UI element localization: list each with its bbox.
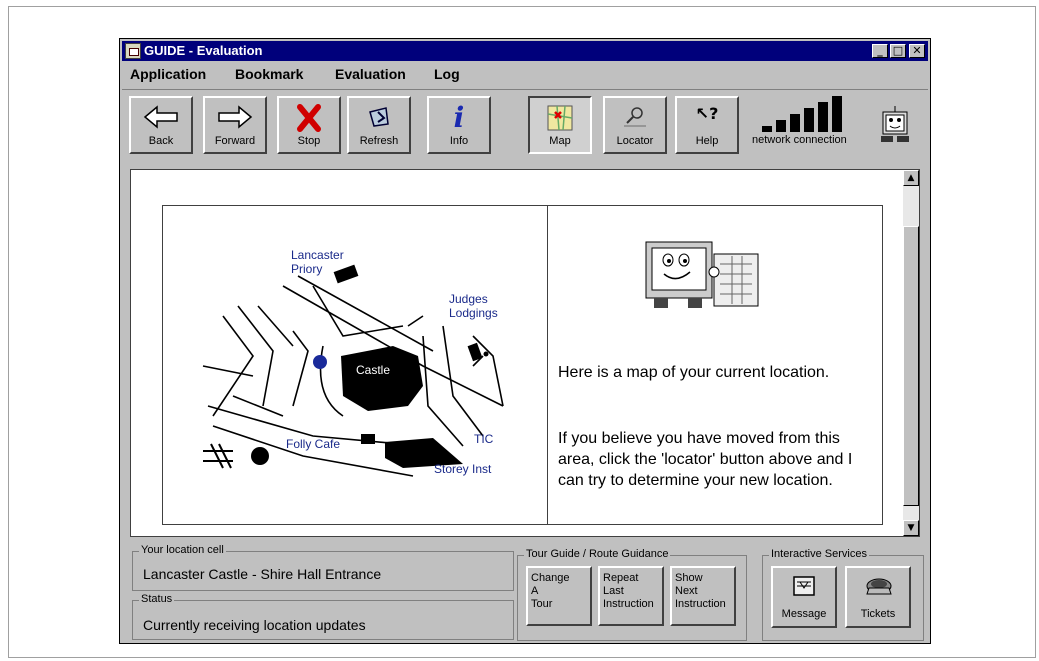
menu-evaluation[interactable]: Evaluation	[335, 66, 406, 82]
repeat-last-instruction-button[interactable]: Repeat Last Instruction	[598, 566, 664, 626]
interactive-services-group: Interactive Services Message Tickets	[762, 548, 924, 641]
network-label: network connection	[752, 134, 847, 146]
menu-bookmark[interactable]: Bookmark	[235, 66, 303, 82]
info-paragraph-2: If you believe you have moved from this …	[558, 430, 853, 489]
change-tour-label-line: A	[531, 585, 539, 597]
back-button[interactable]: Back	[129, 96, 193, 154]
magnifier-icon	[605, 104, 665, 132]
message-button[interactable]: Message	[771, 566, 837, 628]
network-indicator: network connection	[752, 96, 872, 154]
campus-map[interactable]	[163, 206, 547, 524]
info-panel: Here is a map of your current location. …	[547, 205, 883, 525]
location-group-title: Your location cell	[139, 544, 226, 556]
guide-window: GUIDE - Evaluation _ □ ✕ Application Boo…	[119, 38, 931, 644]
guide-mascot-icon	[877, 104, 913, 146]
show-next-instruction-button[interactable]: Show Next Instruction	[670, 566, 736, 626]
map-icon	[530, 104, 590, 132]
help-label: Help	[695, 135, 719, 147]
message-envelope-icon	[791, 574, 817, 603]
help-pointer-icon: ↖?	[695, 104, 719, 123]
location-group: Your location cell Lancaster Castle - Sh…	[132, 544, 514, 591]
map-panel: Lancaster Priory Judges Lodgings Castle …	[162, 205, 548, 525]
tickets-button[interactable]: Tickets	[845, 566, 911, 628]
signal-bar	[832, 96, 842, 132]
map-label-castle: Castle	[356, 363, 391, 377]
minimize-button[interactable]: _	[872, 44, 888, 58]
repeat-label-line: Last	[603, 585, 624, 597]
info-i-icon: i	[453, 101, 465, 134]
show-next-label-line: Next	[675, 585, 698, 597]
show-next-label-line: Instruction	[675, 598, 726, 610]
forward-arrow-icon	[205, 104, 265, 132]
tour-guide-group: Tour Guide / Route Guidance Change A Tou…	[517, 548, 747, 641]
stop-button[interactable]: Stop	[277, 96, 341, 154]
stop-x-icon	[279, 104, 339, 132]
refresh-button[interactable]: Refresh	[347, 96, 411, 154]
refresh-icon	[349, 104, 409, 132]
maximize-button[interactable]: □	[890, 44, 906, 58]
repeat-label-line: Instruction	[603, 598, 654, 610]
change-tour-button[interactable]: Change A Tour	[526, 566, 592, 626]
guide-mascot-illustration	[636, 236, 766, 316]
signal-bar	[762, 126, 772, 132]
message-label: Message	[781, 608, 827, 620]
forward-label: Forward	[214, 135, 256, 147]
change-tour-label-line: Change	[531, 572, 570, 584]
forward-button[interactable]: Forward	[203, 96, 267, 154]
help-button[interactable]: ↖? Help	[675, 96, 739, 154]
locator-label: Locator	[616, 135, 654, 147]
location-cell-value: Lancaster Castle - Shire Hall Entrance	[143, 566, 382, 582]
toolbar: Back Forward Stop Refresh i Info Map Loc…	[122, 89, 928, 160]
signal-bar	[776, 120, 786, 132]
map-label-priory: Lancaster Priory	[291, 248, 344, 276]
repeat-label-line: Repeat	[603, 572, 639, 584]
map-label-tic: TIC	[474, 432, 494, 446]
map-label-judges-lodgings: Judges Lodgings	[449, 292, 498, 320]
scroll-thumb[interactable]	[903, 226, 919, 506]
title-bar[interactable]: GUIDE - Evaluation _ □ ✕	[122, 41, 928, 61]
show-next-label-line: Show	[675, 572, 703, 584]
tickets-roll-icon	[865, 574, 893, 603]
change-tour-label-line: Tour	[531, 598, 553, 610]
back-label: Back	[148, 135, 174, 147]
refresh-label: Refresh	[359, 135, 399, 147]
app-icon	[125, 43, 141, 59]
info-button[interactable]: i Info	[427, 96, 491, 154]
status-value: Currently receiving location updates	[143, 617, 366, 633]
menu-application[interactable]: Application	[130, 66, 206, 82]
map-label: Map	[549, 135, 571, 147]
map-label-storey-inst: Storey Inst	[434, 462, 492, 476]
locator-button[interactable]: Locator	[603, 96, 667, 154]
services-group-title: Interactive Services	[769, 548, 869, 560]
close-button[interactable]: ✕	[909, 44, 925, 58]
scroll-up-arrow-icon[interactable]: ▲	[903, 170, 919, 186]
tour-group-title: Tour Guide / Route Guidance	[524, 548, 671, 560]
window-title: GUIDE - Evaluation	[144, 43, 263, 58]
signal-bar	[790, 114, 800, 132]
tickets-label: Tickets	[860, 608, 896, 620]
vertical-scrollbar[interactable]: ▲ ▼	[903, 170, 919, 536]
info-paragraph-1: Here is a map of your current location.	[558, 364, 830, 381]
content-pane[interactable]: Lancaster Priory Judges Lodgings Castle …	[130, 169, 920, 537]
map-label-folly-cafe: Folly Cafe	[286, 437, 341, 451]
map-button[interactable]: Map	[528, 96, 592, 154]
stop-label: Stop	[297, 135, 321, 147]
scroll-down-arrow-icon[interactable]: ▼	[903, 520, 919, 536]
status-group-title: Status	[139, 593, 175, 605]
info-label: Info	[449, 135, 469, 147]
menu-log[interactable]: Log	[434, 66, 460, 82]
signal-bar	[804, 108, 814, 132]
back-arrow-icon	[131, 104, 191, 132]
menu-bar: Application Bookmark Evaluation Log	[122, 63, 928, 85]
signal-bar	[818, 102, 828, 132]
status-group: Status Currently receiving location upda…	[132, 593, 514, 640]
